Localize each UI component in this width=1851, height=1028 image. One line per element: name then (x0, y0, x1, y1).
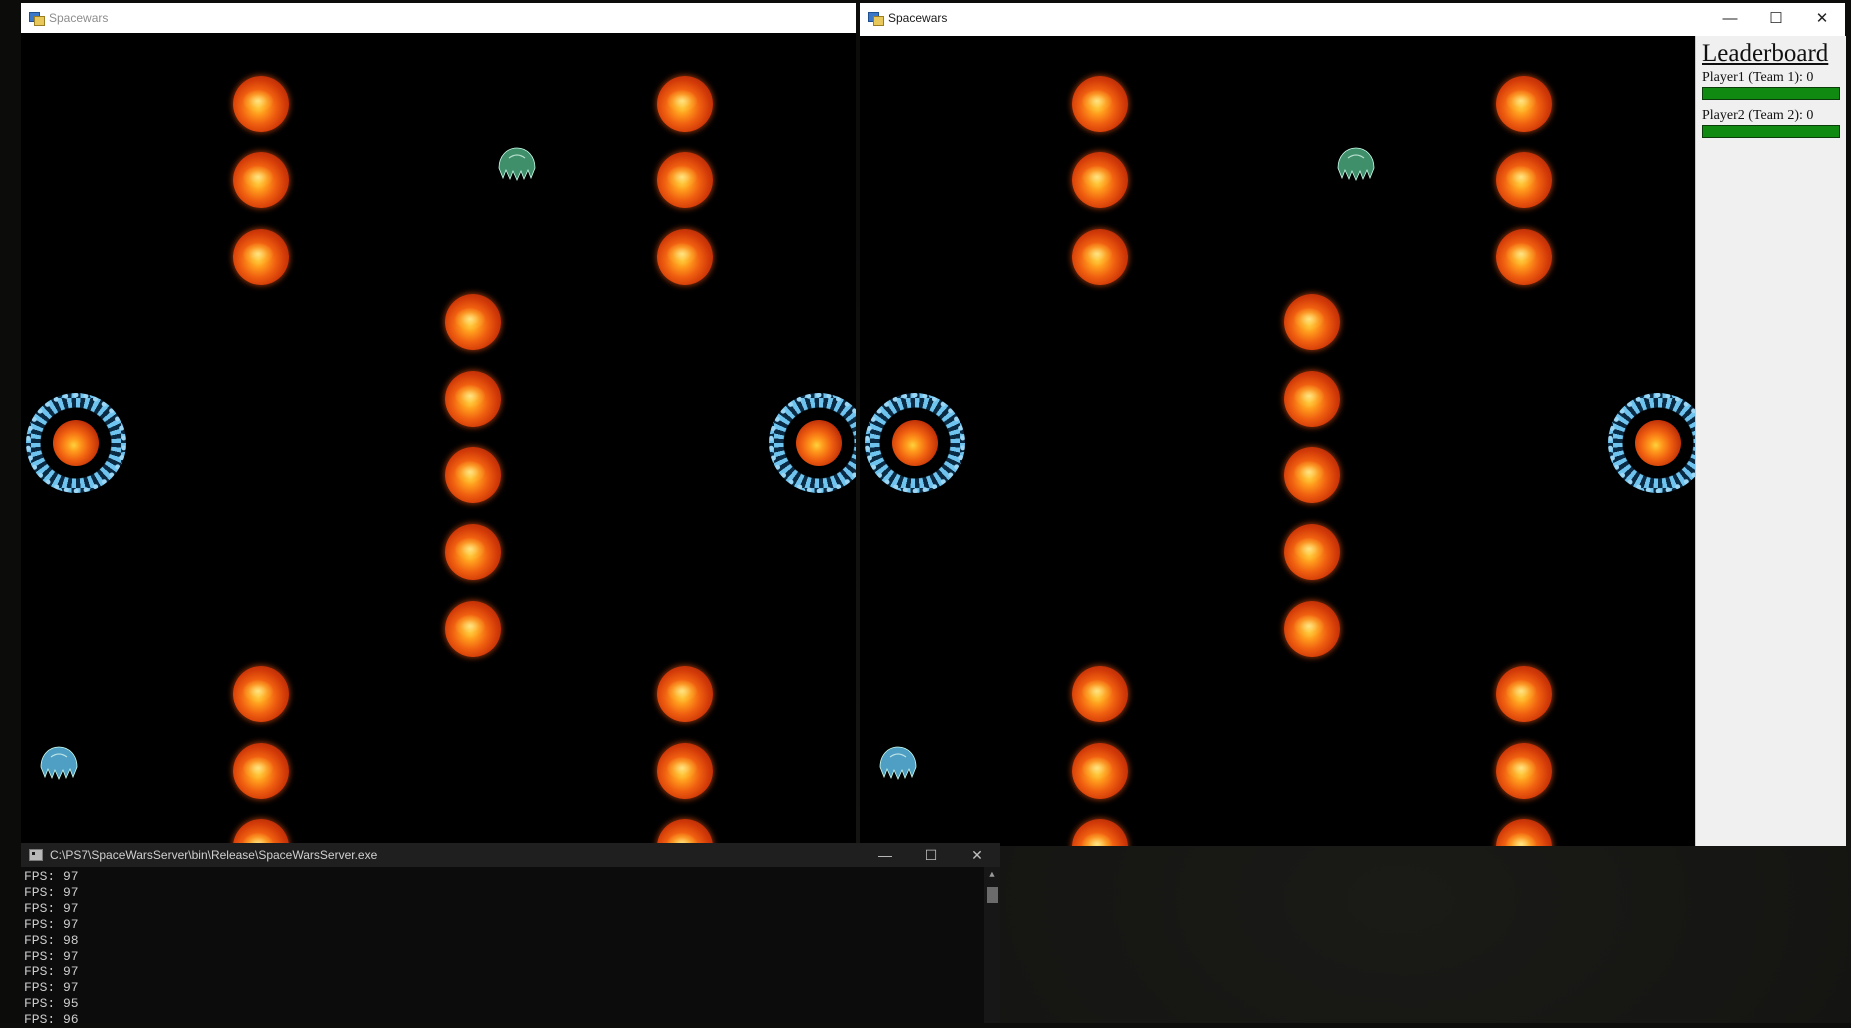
sun-obstacle (233, 666, 289, 722)
sun-obstacle (445, 447, 501, 503)
star-base (865, 393, 965, 493)
right-game-window[interactable]: Spacewars — ☐ ✕ Leaderboard Player1 (Tea… (860, 3, 1846, 846)
console-titlebar[interactable]: C:\PS7\SpaceWarsServer\bin\Release\Space… (21, 843, 1000, 867)
sun-obstacle (657, 743, 713, 799)
blue-spaceship-icon (39, 745, 79, 781)
console-scrollbar[interactable]: ▲ (984, 867, 1000, 1023)
leaderboard-panel: Leaderboard Player1 (Team 1): 0 Player2 … (1695, 36, 1846, 846)
sun-obstacle (1284, 294, 1340, 350)
close-button[interactable]: ✕ (1799, 3, 1845, 33)
console-line: FPS: 97 (24, 980, 79, 996)
console-output: FPS: 97 FPS: 97 FPS: 97 FPS: 97 FPS: 98 FPS: … (21, 867, 1000, 1028)
sun-obstacle (1496, 743, 1552, 799)
console-title: C:\PS7\SpaceWarsServer\bin\Release\Space… (50, 848, 378, 862)
sun-obstacle (445, 371, 501, 427)
console-line: FPS: 97 (24, 869, 79, 884)
maximize-button[interactable]: ☐ (1753, 3, 1799, 33)
star-base (26, 393, 126, 493)
green-spaceship-icon (1336, 146, 1376, 182)
player2-health-bar (1702, 125, 1840, 138)
star-core (53, 420, 99, 466)
right-game-canvas[interactable] (860, 36, 1695, 846)
console-maximize-button[interactable]: ☐ (908, 843, 954, 867)
server-console-window[interactable]: C:\PS7\SpaceWarsServer\bin\Release\Space… (21, 843, 1000, 1027)
left-game-window[interactable]: Spacewars (21, 3, 856, 846)
sun-obstacle (445, 524, 501, 580)
sun-obstacle (657, 229, 713, 285)
star-core (892, 420, 938, 466)
leaderboard-title: Leaderboard (1702, 40, 1829, 67)
console-line: FPS: 97 (24, 964, 79, 980)
console-close-button[interactable]: ✕ (954, 843, 1000, 867)
sun-obstacle (657, 152, 713, 208)
sun-obstacle (657, 76, 713, 132)
sun-obstacle (233, 819, 289, 846)
sun-obstacle (233, 76, 289, 132)
player2-score: Player2 (Team 2): 0 (1702, 108, 1814, 123)
left-game-canvas[interactable] (21, 36, 856, 846)
sun-obstacle (1496, 666, 1552, 722)
sun-obstacle (1496, 229, 1552, 285)
left-window-titlebar[interactable]: Spacewars (21, 3, 856, 33)
console-minimize-button[interactable]: — (862, 843, 908, 867)
console-line: FPS: 97 (24, 900, 79, 916)
player1-score: Player1 (Team 1): 0 (1702, 70, 1814, 85)
sun-obstacle (1284, 447, 1340, 503)
console-line: FPS: 98 (24, 932, 79, 948)
scroll-up-icon[interactable]: ▲ (984, 870, 1000, 880)
sun-obstacle (1072, 76, 1128, 132)
sun-obstacle (1496, 819, 1552, 846)
sun-obstacle (657, 819, 713, 846)
sun-obstacle (233, 743, 289, 799)
right-window-title: Spacewars (888, 11, 948, 25)
scrollbar-thumb[interactable] (987, 887, 998, 903)
sun-obstacle (1072, 152, 1128, 208)
spacewars-app-icon (29, 12, 45, 26)
blue-spaceship-icon (878, 745, 918, 781)
sun-obstacle (1072, 819, 1128, 846)
right-window-titlebar[interactable]: Spacewars — ☐ ✕ (860, 3, 1845, 33)
sun-obstacle (1284, 524, 1340, 580)
sun-obstacle (233, 229, 289, 285)
sun-obstacle (1496, 152, 1552, 208)
player1-health-bar (1702, 87, 1840, 100)
sun-obstacle (445, 294, 501, 350)
spacewars-app-icon (868, 12, 884, 26)
sun-obstacle (1284, 371, 1340, 427)
sun-obstacle (1072, 229, 1128, 285)
star-base (1608, 393, 1695, 493)
minimize-button[interactable]: — (1707, 3, 1753, 33)
console-line: FPS: 97 (24, 916, 79, 932)
console-line: FPS: 96 (24, 1012, 79, 1028)
console-app-icon (29, 849, 43, 861)
sun-obstacle (233, 152, 289, 208)
console-line: FPS: 95 (24, 996, 79, 1012)
console-line: FPS: 97 (24, 948, 79, 964)
console-line: FPS: 97 (24, 884, 79, 900)
sun-obstacle (1072, 743, 1128, 799)
star-core (796, 420, 842, 466)
sun-obstacle (657, 666, 713, 722)
sun-obstacle (1284, 601, 1340, 657)
sun-obstacle (445, 601, 501, 657)
left-window-title: Spacewars (49, 11, 109, 25)
sun-obstacle (1072, 666, 1128, 722)
sun-obstacle (1496, 76, 1552, 132)
star-core (1635, 420, 1681, 466)
star-base (769, 393, 856, 493)
green-spaceship-icon (497, 146, 537, 182)
